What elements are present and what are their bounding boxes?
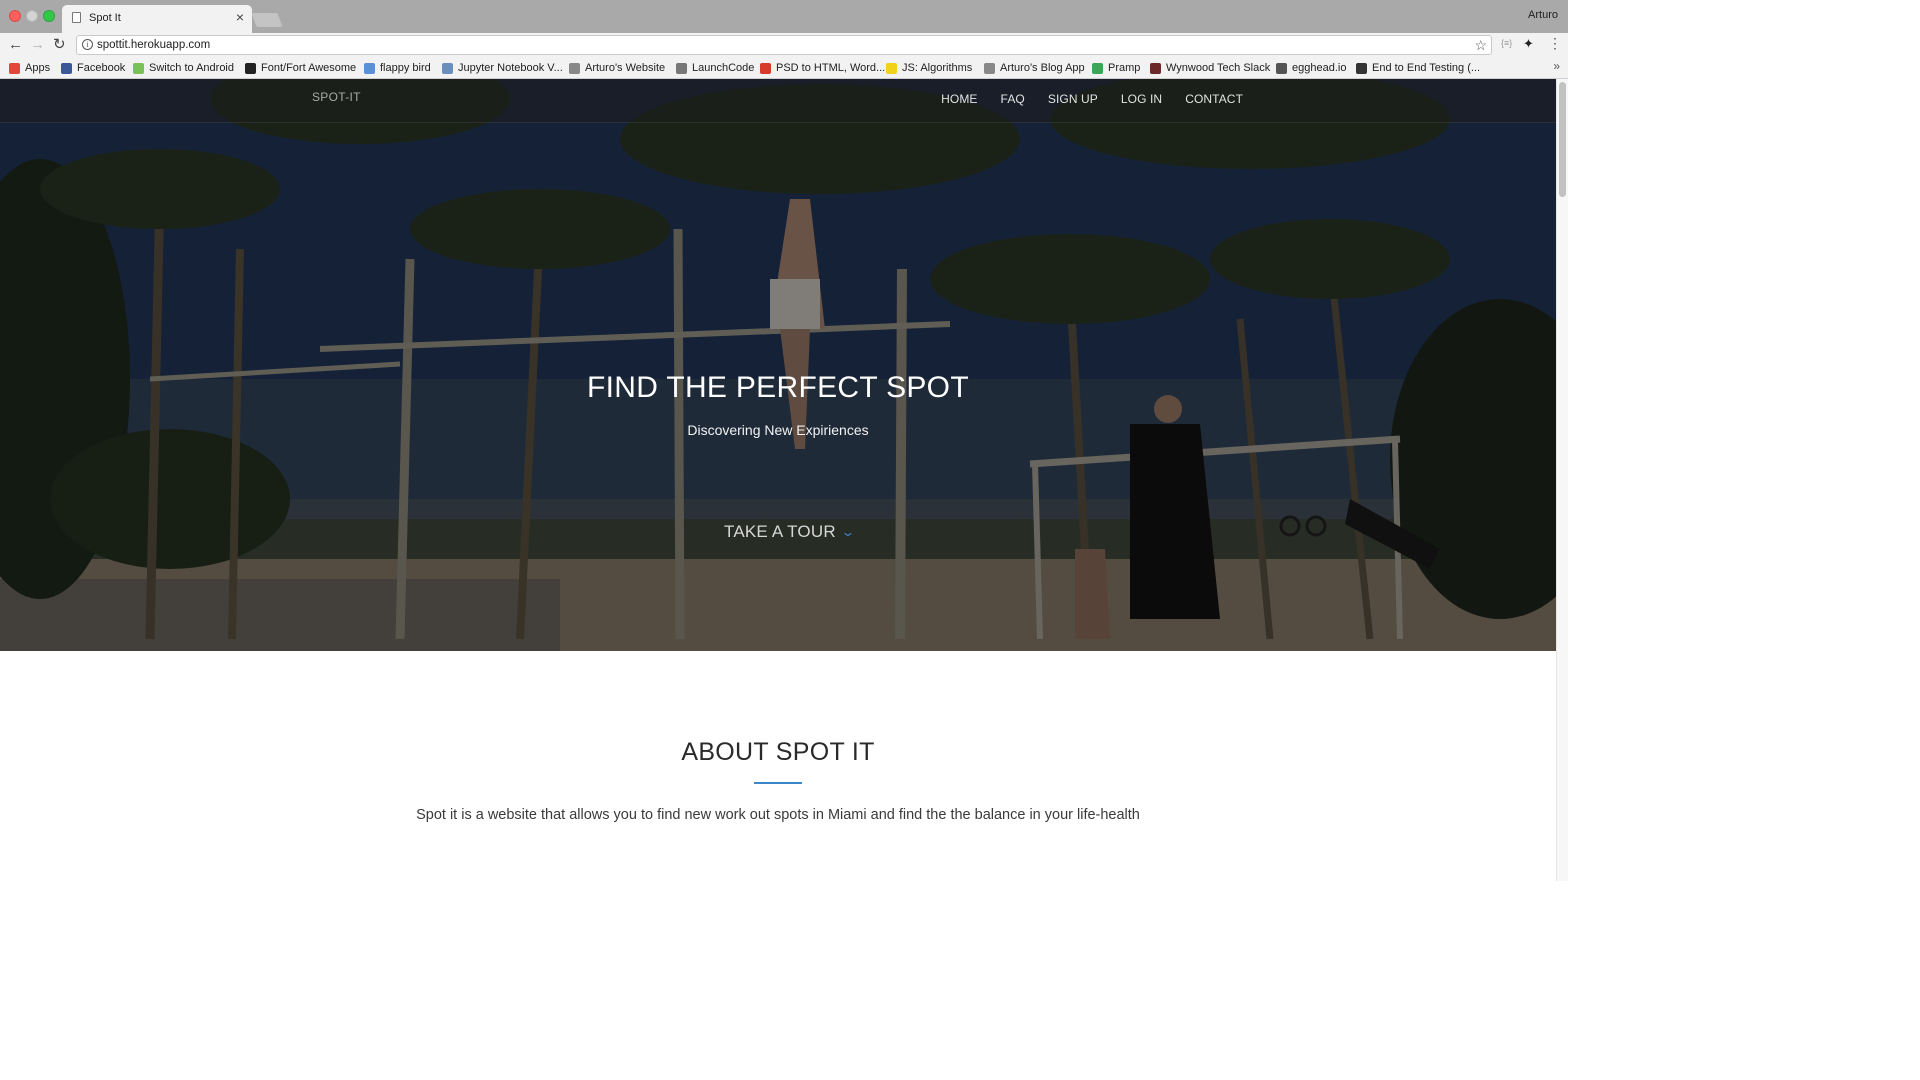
- code-icon: [760, 62, 771, 74]
- facebook-icon: [61, 62, 72, 74]
- page-icon: [984, 62, 995, 74]
- about-divider: [754, 782, 802, 784]
- slack-hash-icon: [1150, 62, 1161, 74]
- page-scrollbar[interactable]: [1556, 79, 1568, 881]
- egghead-icon: [1276, 62, 1287, 74]
- tab-title: Spot It: [89, 12, 121, 24]
- bookmark-label: flappy bird: [380, 62, 431, 74]
- browser-titlebar: Spot It × Arturo: [0, 0, 1568, 33]
- bookmark-label: Arturo's Website: [585, 62, 666, 74]
- bookmark-star-icon[interactable]: ☆: [1474, 37, 1487, 53]
- scrollbar-thumb[interactable]: [1559, 82, 1566, 197]
- bookmark-item[interactable]: End to End Testing (...: [1356, 60, 1480, 76]
- page-icon: [569, 62, 580, 74]
- window-close-button[interactable]: [9, 10, 21, 22]
- bookmark-item[interactable]: Font/Fort Awesome: [245, 60, 356, 76]
- window-maximize-button[interactable]: [43, 10, 55, 22]
- bookmark-label: LaunchCode: [692, 62, 755, 74]
- bird-icon: [364, 62, 375, 74]
- bookmark-item[interactable]: egghead.io: [1276, 60, 1346, 76]
- back-arrow-icon[interactable]: ←: [8, 37, 23, 53]
- bookmark-label: egghead.io: [1292, 62, 1347, 74]
- bookmark-item[interactable]: Switch to Android: [133, 60, 234, 76]
- take-a-tour-button[interactable]: TAKE A TOUR ⌄: [724, 522, 856, 542]
- bookmark-item[interactable]: PSD to HTML, Word...: [760, 60, 885, 76]
- bookmark-label: PSD to HTML, Word...: [776, 62, 886, 74]
- bookmark-item[interactable]: Apps: [9, 60, 50, 76]
- extension-cursor-icon[interactable]: ✦: [1523, 36, 1534, 52]
- url-text[interactable]: spottit.herokuapp.com: [97, 39, 210, 51]
- flag-icon: [245, 62, 256, 74]
- take-a-tour-label: TAKE A TOUR: [724, 522, 836, 541]
- extension-icon[interactable]: {≡}: [1501, 38, 1512, 48]
- bookmark-item[interactable]: JS: Algorithms: [886, 60, 972, 76]
- site-brand-logo[interactable]: SPOT-IT: [312, 90, 361, 104]
- nav-link-faq[interactable]: FAQ: [1001, 92, 1025, 106]
- bookmarks-overflow-icon[interactable]: »: [1553, 59, 1560, 73]
- about-section: ABOUT SPOT IT Spot it is a website that …: [0, 651, 1556, 881]
- bookmark-label: Switch to Android: [149, 62, 234, 74]
- window-minimize-button[interactable]: [26, 10, 38, 22]
- new-tab-button[interactable]: [251, 13, 283, 27]
- page-viewport: SPOT-IT HOME FAQ SIGN UP LOG IN CONTACT …: [0, 79, 1568, 881]
- bookmark-item[interactable]: Wynwood Tech Slack: [1150, 60, 1270, 76]
- bookmarks-bar: » Apps Facebook Switch to Android Font/Fort…: [0, 57, 1568, 79]
- hero-section: SPOT-IT HOME FAQ SIGN UP LOG IN CONTACT …: [0, 79, 1556, 651]
- profile-name[interactable]: Arturo: [1528, 9, 1558, 21]
- bookmark-item[interactable]: Facebook: [61, 60, 125, 76]
- bookmark-label: Arturo's Blog App: [1000, 62, 1085, 74]
- bookmark-item[interactable]: Jupyter Notebook V...: [442, 60, 563, 76]
- about-description: Spot it is a website that allows you to …: [416, 807, 1140, 823]
- tab-close-icon[interactable]: ×: [236, 10, 244, 24]
- bookmark-label: End to End Testing (...: [1372, 62, 1481, 74]
- bookmark-label: Facebook: [77, 62, 126, 74]
- hero-title: FIND THE PERFECT SPOT: [587, 371, 969, 404]
- address-bar[interactable]: i spottit.herokuapp.com ☆: [76, 35, 1492, 55]
- bookmark-item[interactable]: Arturo's Blog App: [984, 60, 1085, 76]
- site-navbar: SPOT-IT HOME FAQ SIGN UP LOG IN CONTACT: [0, 79, 1556, 123]
- bookmark-label: Pramp: [1108, 62, 1141, 74]
- nav-link-log-in[interactable]: LOG IN: [1121, 92, 1162, 106]
- browser-menu-icon[interactable]: ⋮: [1548, 36, 1562, 50]
- nav-link-contact[interactable]: CONTACT: [1185, 92, 1243, 106]
- rocket-icon: [676, 62, 687, 74]
- bookmark-item[interactable]: flappy bird: [364, 60, 431, 76]
- bookmark-label: Jupyter Notebook V...: [458, 62, 563, 74]
- testing-icon: [1356, 62, 1367, 74]
- site-nav-links: HOME FAQ SIGN UP LOG IN CONTACT: [918, 92, 1243, 106]
- apps-grid-icon: [9, 62, 20, 74]
- hero-dark-overlay: [0, 79, 1556, 651]
- check-circle-icon: [1092, 62, 1103, 74]
- forward-arrow-icon[interactable]: →: [30, 37, 45, 53]
- browser-tab-active[interactable]: Spot It ×: [62, 5, 252, 33]
- hero-subtitle: Discovering New Expiriences: [687, 422, 869, 438]
- browser-toolbar: ← → ↻ i spottit.herokuapp.com ☆ {≡} ✦ ⋮: [0, 33, 1568, 57]
- nav-link-home[interactable]: HOME: [941, 92, 977, 106]
- bookmark-label: Apps: [25, 62, 51, 74]
- bookmark-item[interactable]: Pramp: [1092, 60, 1140, 76]
- notebook-icon: [442, 62, 453, 74]
- reload-icon[interactable]: ↻: [53, 37, 66, 53]
- android-icon: [133, 62, 144, 74]
- js-icon: [886, 62, 897, 74]
- bookmark-label: Wynwood Tech Slack: [1166, 62, 1271, 74]
- bookmark-label: Font/Fort Awesome: [261, 62, 357, 74]
- bookmark-item[interactable]: Arturo's Website: [569, 60, 665, 76]
- bookmark-label: JS: Algorithms: [902, 62, 973, 74]
- page-icon: [72, 12, 81, 23]
- nav-link-sign-up[interactable]: SIGN UP: [1048, 92, 1098, 106]
- info-icon[interactable]: i: [82, 39, 93, 50]
- about-title: ABOUT SPOT IT: [681, 738, 875, 766]
- chevron-down-icon: ⌄: [840, 525, 856, 539]
- bookmark-item[interactable]: LaunchCode: [676, 60, 754, 76]
